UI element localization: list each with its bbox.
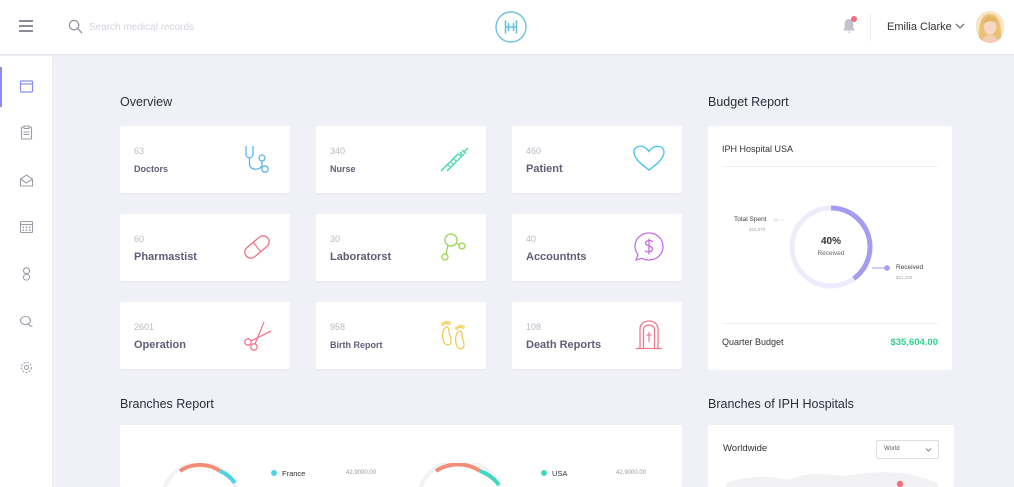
total-spent-leader-line <box>772 218 784 222</box>
stat-card-laboratorist[interactable]: 30 Laboratorst <box>316 214 486 281</box>
stat-card-operation[interactable]: 2601 Operation <box>120 302 290 369</box>
header-divider <box>870 14 871 41</box>
baby-feet-icon <box>441 320 465 350</box>
mail-icon[interactable] <box>19 173 34 188</box>
dollar-chat-icon <box>634 232 664 261</box>
stat-value: 460 <box>526 146 542 156</box>
stat-label: Patient <box>526 163 563 175</box>
branches-report-card: France 42,9000.00 USA 42,9000.00 <box>120 425 682 487</box>
heart-icon <box>633 145 665 171</box>
legend-label-france: France <box>282 469 306 478</box>
world-map <box>726 472 938 487</box>
worldwide-label: Worldwide <box>723 443 768 454</box>
stat-card-nurse[interactable]: 340 Nurse <box>316 126 486 193</box>
budget-report-title: Budget Report <box>708 95 789 109</box>
france-ring-chart <box>162 463 238 487</box>
stat-value: 340 <box>330 146 346 156</box>
budget-percent-label: Received <box>817 250 845 257</box>
tombstone-icon <box>636 320 662 350</box>
stat-value: 63 <box>134 146 145 156</box>
notification-badge <box>851 16 857 22</box>
search-icon[interactable] <box>68 19 83 34</box>
legend-value-france: 42,9000.00 <box>346 470 377 476</box>
budget-donut-chart <box>789 205 873 289</box>
avatar[interactable] <box>976 11 1004 43</box>
legend-dot-france <box>271 470 277 476</box>
quarter-budget-label: Quarter Budget <box>722 337 784 347</box>
region-select[interactable]: World <box>876 440 939 459</box>
stat-card-birth-report[interactable]: 958 Birth Report <box>316 302 486 369</box>
received-leader-line <box>872 265 890 271</box>
map-marker[interactable] <box>896 480 904 487</box>
pill-capsule-icon <box>244 235 270 259</box>
stat-card-patient[interactable]: 460 Patient <box>512 126 682 193</box>
stat-card-accountants[interactable]: 40 Accountnts <box>512 214 682 281</box>
divider <box>722 323 938 324</box>
branches-map-card: Worldwide World <box>708 425 954 487</box>
chevron-down-icon[interactable] <box>955 22 965 30</box>
legend-label-usa: USA <box>552 469 568 478</box>
total-spent-value: $16,570 <box>749 227 766 232</box>
dashboard-icon[interactable] <box>19 79 34 94</box>
stat-value: 30 <box>330 234 341 244</box>
budget-percent: 40% <box>820 236 841 247</box>
stat-label: Doctors <box>134 164 169 174</box>
sidebar-active-indicator <box>0 67 2 107</box>
budget-report-card: IPH Hospital USA 40% Received Total Spen… <box>708 126 952 370</box>
stat-value: 40 <box>526 234 537 244</box>
calendar-icon[interactable] <box>19 219 34 234</box>
settings-gear-icon[interactable] <box>19 360 34 375</box>
quarter-budget-amount: $35,604.00 <box>890 337 938 348</box>
legend-value-usa: 42,9000.00 <box>616 470 647 476</box>
stat-card-doctors[interactable]: 63 Doctors <box>120 126 290 193</box>
stethoscope-icon <box>245 146 269 173</box>
stat-label: Laboratorst <box>330 251 392 263</box>
user-name[interactable]: Emilia Clarke <box>887 21 952 33</box>
branches-hospitals-title: Branches of IPH Hospitals <box>708 397 854 411</box>
stat-label: Pharmastist <box>134 251 197 263</box>
search-input[interactable] <box>89 17 309 37</box>
hospital-logo-icon[interactable] <box>495 11 527 43</box>
stat-value: 958 <box>330 322 346 332</box>
stat-label: Accountnts <box>526 251 587 263</box>
stat-value: 2601 <box>134 322 155 332</box>
stat-label: Death Reports <box>526 339 602 351</box>
region-select-value: World <box>884 446 900 452</box>
total-spent-label: Total Spent <box>734 216 767 223</box>
chevron-down-icon <box>925 448 932 452</box>
legend-dot-usa <box>541 470 547 476</box>
sidebar <box>0 56 53 487</box>
syringe-icon <box>440 147 469 172</box>
scissors-icon <box>244 321 272 351</box>
microscope-molecule-icon <box>441 233 466 261</box>
top-header: Emilia Clarke <box>0 0 1014 55</box>
received-value: $31,430 <box>896 275 913 280</box>
divider <box>722 166 938 167</box>
budget-hospital-name: IPH Hospital USA <box>722 144 794 154</box>
stat-label: Operation <box>134 339 186 351</box>
stat-label: Nurse <box>330 164 356 174</box>
received-label: Received <box>896 264 924 271</box>
usa-ring-chart <box>418 463 502 487</box>
stat-value: 108 <box>526 322 542 332</box>
chat-icon[interactable] <box>19 314 34 329</box>
stat-label: Birth Report <box>330 340 383 350</box>
stat-card-death-reports[interactable]: 108 Death Reports <box>512 302 682 369</box>
stat-value: 60 <box>134 234 145 244</box>
branches-report-title: Branches Report <box>120 397 214 411</box>
stat-card-pharmacist[interactable]: 60 Pharmastist <box>120 214 290 281</box>
clipboard-icon[interactable] <box>19 125 34 140</box>
menu-icon[interactable] <box>19 20 33 32</box>
user-icon[interactable] <box>19 266 34 281</box>
overview-title: Overview <box>120 95 173 109</box>
